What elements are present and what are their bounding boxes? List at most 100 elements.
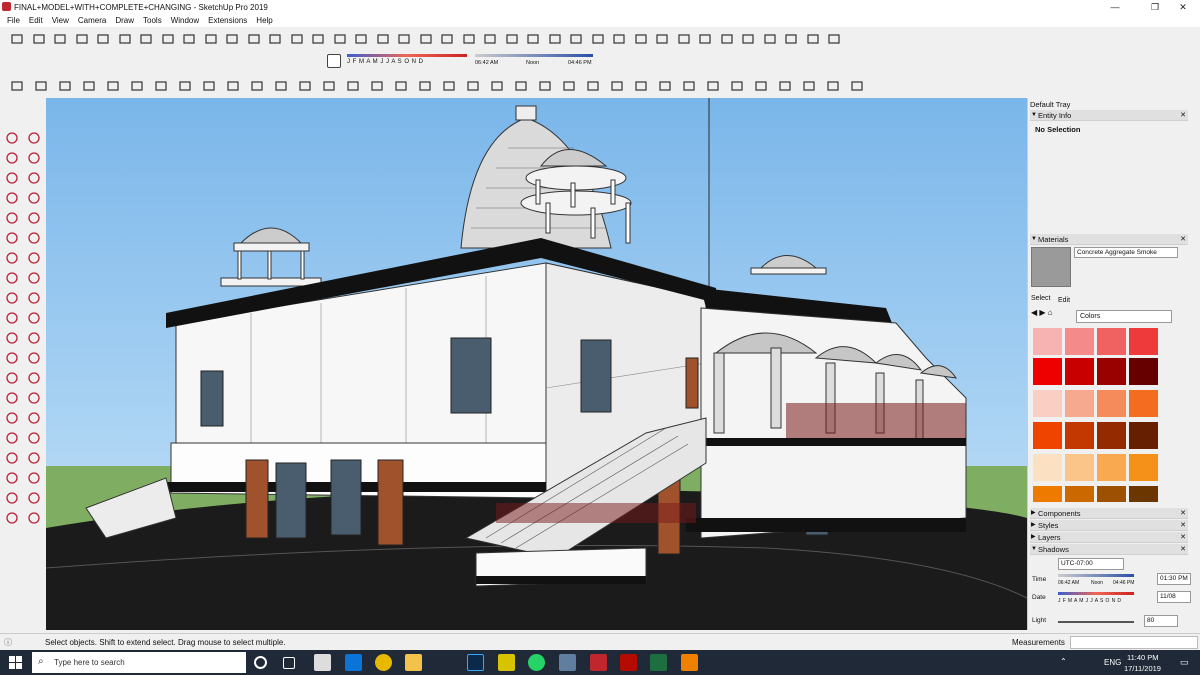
toolbar-tool-icon[interactable] [728, 77, 746, 95]
components-header[interactable]: ▶ Components ✕ [1030, 508, 1188, 519]
toolbar-tool-icon[interactable] [824, 77, 842, 95]
toolbar-tool-icon[interactable] [632, 77, 650, 95]
toolbar-tool-icon[interactable] [567, 30, 585, 48]
left-tool-icon[interactable] [3, 309, 21, 327]
toolbar-tool-icon[interactable] [503, 30, 521, 48]
toolbar-tool-icon[interactable] [488, 77, 506, 95]
clock-date[interactable]: 17/11/2019 [1124, 664, 1161, 673]
time-value-field[interactable]: 01:30 PM [1157, 573, 1191, 585]
toolbar-tool-icon[interactable] [589, 30, 607, 48]
notification-icon[interactable]: ▭ [1180, 657, 1189, 668]
left-tool-icon[interactable] [3, 489, 21, 507]
chrome-icon[interactable] [375, 654, 392, 671]
toolbar-tool-icon[interactable] [584, 77, 602, 95]
toolbar-tool-icon[interactable] [460, 30, 478, 48]
left-tool-icon[interactable] [3, 289, 21, 307]
swatch[interactable] [1065, 390, 1094, 417]
toolbar-tool-icon[interactable] [8, 30, 26, 48]
left-tool-icon[interactable] [3, 389, 21, 407]
sketchup-taskbar-icon[interactable] [590, 654, 607, 671]
shadow-toggle-icon[interactable] [327, 54, 341, 68]
toolbar-tool-icon[interactable] [152, 77, 170, 95]
left-tool-icon[interactable] [25, 429, 43, 447]
toolbar-tool-icon[interactable] [159, 30, 177, 48]
swatch[interactable] [1097, 328, 1126, 355]
timezone-dropdown[interactable]: UTC-07:00 [1058, 558, 1124, 570]
toolbar-tool-icon[interactable] [223, 30, 241, 48]
edge-icon[interactable] [345, 654, 362, 671]
toolbar-tool-icon[interactable] [848, 77, 866, 95]
menu-camera[interactable]: Camera [78, 16, 106, 25]
swatch[interactable] [1097, 422, 1126, 449]
left-tool-icon[interactable] [25, 169, 43, 187]
toolbar-tool-icon[interactable] [116, 30, 134, 48]
left-tool-icon[interactable] [25, 389, 43, 407]
left-tool-icon[interactable] [25, 229, 43, 247]
photoshop-icon[interactable] [467, 654, 484, 671]
toolbar-tool-icon[interactable] [675, 30, 693, 48]
swatch[interactable] [1129, 358, 1158, 385]
left-tool-icon[interactable] [3, 429, 21, 447]
swatch[interactable] [1065, 486, 1094, 502]
swatch[interactable] [1129, 328, 1158, 355]
left-tool-icon[interactable] [25, 289, 43, 307]
left-tool-icon[interactable] [3, 269, 21, 287]
toolbar-tool-icon[interactable] [782, 30, 800, 48]
month-slider[interactable] [347, 54, 467, 57]
toolbar-tool-icon[interactable] [610, 30, 628, 48]
tab-select[interactable]: Select [1031, 295, 1050, 302]
tab-edit[interactable]: Edit [1058, 297, 1070, 304]
light-value-field[interactable]: 80 [1144, 615, 1178, 627]
toolbar-tool-icon[interactable] [653, 30, 671, 48]
file-explorer-icon[interactable] [405, 654, 422, 671]
toolbar-tool-icon[interactable] [392, 77, 410, 95]
left-tool-icon[interactable] [3, 469, 21, 487]
left-tool-icon[interactable] [3, 209, 21, 227]
toolbar-tool-icon[interactable] [80, 77, 98, 95]
toolbar-tool-icon[interactable] [800, 77, 818, 95]
menu-extensions[interactable]: Extensions [208, 16, 247, 25]
toolbar-tool-icon[interactable] [608, 77, 626, 95]
toolbar-tool-icon[interactable] [51, 30, 69, 48]
toolbar-tool-icon[interactable] [395, 30, 413, 48]
toolbar-tool-icon[interactable] [104, 77, 122, 95]
swatch[interactable] [1065, 422, 1094, 449]
swatch[interactable] [1033, 486, 1062, 502]
left-tool-icon[interactable] [3, 329, 21, 347]
left-tool-icon[interactable] [25, 129, 43, 147]
materials-header[interactable]: ▼ Materials ✕ [1030, 234, 1188, 245]
windows-start-icon[interactable] [9, 656, 22, 669]
acrobat-icon[interactable] [620, 654, 637, 671]
toolbar-tool-icon[interactable] [632, 30, 650, 48]
toolbar-tool-icon[interactable] [224, 77, 242, 95]
close-button[interactable]: ✕ [1166, 0, 1200, 14]
menu-file[interactable]: File [7, 16, 20, 25]
toolbar-tool-icon[interactable] [128, 77, 146, 95]
left-tool-icon[interactable] [3, 149, 21, 167]
left-tool-icon[interactable] [25, 369, 43, 387]
material-name-field[interactable]: Concrete Aggregate Smoke [1074, 247, 1178, 258]
left-tool-icon[interactable] [25, 329, 43, 347]
left-tool-icon[interactable] [25, 409, 43, 427]
toolbar-tool-icon[interactable] [32, 77, 50, 95]
left-tool-icon[interactable] [25, 509, 43, 527]
swatch[interactable] [1033, 358, 1062, 385]
swatch[interactable] [1033, 454, 1062, 481]
menu-help[interactable]: Help [256, 16, 272, 25]
toolbar-tool-icon[interactable] [417, 30, 435, 48]
toolbar-tool-icon[interactable] [94, 30, 112, 48]
left-tool-icon[interactable] [25, 469, 43, 487]
model-viewport[interactable] [46, 98, 1027, 630]
left-tool-icon[interactable] [3, 229, 21, 247]
left-tool-icon[interactable] [25, 189, 43, 207]
toolbar-tool-icon[interactable] [481, 30, 499, 48]
shadows-header[interactable]: ▼ Shadows ✕ [1030, 544, 1188, 555]
swatch[interactable] [1129, 486, 1158, 502]
toolbar-tool-icon[interactable] [761, 30, 779, 48]
left-tool-icon[interactable] [25, 249, 43, 267]
toolbar-tool-icon[interactable] [248, 77, 266, 95]
swatch[interactable] [1033, 390, 1062, 417]
left-tool-icon[interactable] [3, 409, 21, 427]
cortana-icon[interactable] [254, 656, 267, 669]
taskbar-search-box[interactable]: ⌕ Type here to search [32, 652, 246, 673]
